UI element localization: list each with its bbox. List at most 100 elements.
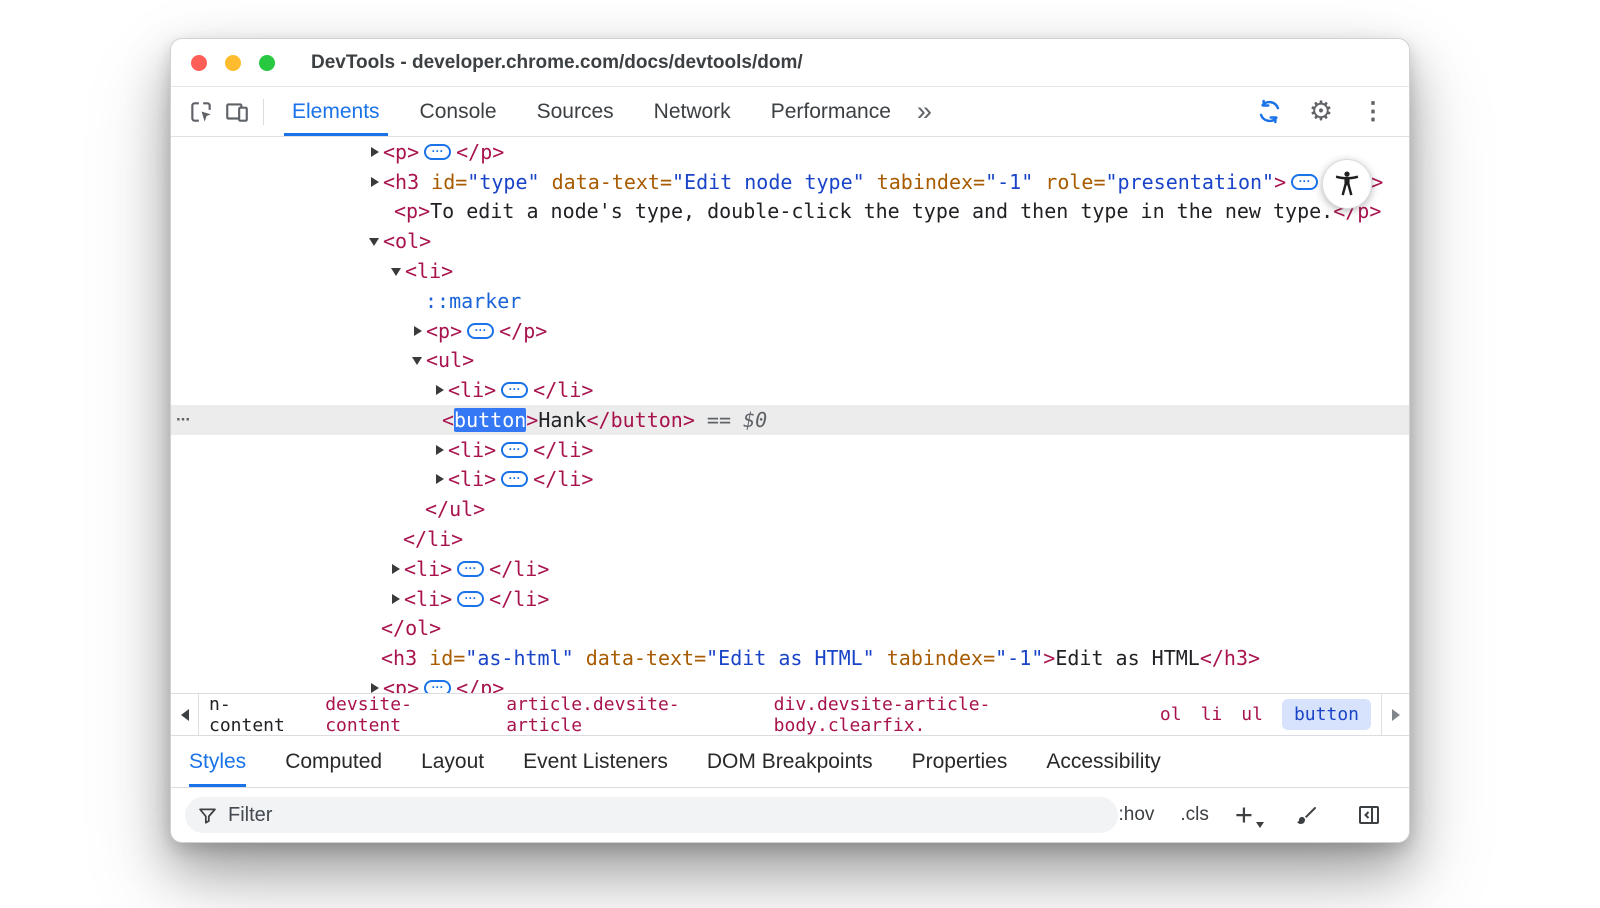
dom-tree-row[interactable]: <p></p> bbox=[171, 316, 1409, 346]
device-toolbar-icon[interactable] bbox=[219, 94, 255, 130]
toolbar-divider bbox=[263, 99, 264, 125]
panel-tabs: Elements Console Sources Network Performance bbox=[272, 87, 911, 136]
tab-console[interactable]: Console bbox=[412, 87, 505, 136]
dom-tree-row[interactable]: <p>To edit a node's type, double-click t… bbox=[171, 197, 1409, 227]
filter-input[interactable] bbox=[228, 804, 1106, 827]
expand-inline-icon[interactable] bbox=[501, 382, 528, 398]
tag-token: </li> bbox=[489, 557, 549, 581]
settings-gear-icon[interactable]: ⚙ bbox=[1303, 94, 1339, 130]
dom-tree-row[interactable]: <li></li> bbox=[171, 375, 1409, 405]
expand-inline-icon[interactable] bbox=[1291, 174, 1318, 190]
tab-layout[interactable]: Layout bbox=[421, 736, 484, 787]
attribute-token: data-text="Edit node type" bbox=[540, 170, 865, 194]
dom-tree-row[interactable]: ::marker bbox=[171, 286, 1409, 316]
dom-tree-row[interactable]: <button>Hank</button> == $0 bbox=[171, 405, 1409, 435]
more-tabs-icon[interactable]: » bbox=[917, 96, 932, 127]
tag-token: </p> bbox=[456, 140, 504, 164]
dom-tree-row[interactable]: <h3 id="as-html" data-text="Edit as HTML… bbox=[171, 643, 1409, 673]
tag-token: <li> bbox=[448, 467, 496, 491]
breadcrumb-item[interactable]: ul bbox=[1241, 704, 1263, 725]
expand-arrow-icon[interactable] bbox=[369, 177, 383, 187]
tag-token: <h3 bbox=[383, 170, 419, 194]
main-toolbar: Elements Console Sources Network Performance… bbox=[171, 87, 1409, 137]
tab-styles[interactable]: Styles bbox=[189, 736, 246, 787]
tab-computed[interactable]: Computed bbox=[285, 736, 382, 787]
expand-arrow-icon[interactable] bbox=[369, 683, 383, 693]
attribute-name: tabindex= bbox=[875, 646, 995, 670]
expand-arrow-icon[interactable] bbox=[434, 445, 448, 455]
dom-tree-row[interactable]: <li></li> bbox=[171, 435, 1409, 465]
filter-field[interactable] bbox=[185, 797, 1118, 833]
accessibility-icon bbox=[1323, 160, 1371, 208]
dom-tree-row[interactable]: <li></li> bbox=[171, 584, 1409, 614]
dom-tree-row[interactable]: <li></li> bbox=[171, 554, 1409, 584]
expand-inline-icon[interactable] bbox=[501, 442, 528, 458]
paint-brush-icon[interactable] bbox=[1289, 797, 1325, 833]
hov-toggle[interactable]: :hov bbox=[1118, 804, 1154, 826]
dom-tree-row[interactable]: <ul> bbox=[171, 345, 1409, 375]
plus-icon: + bbox=[1235, 797, 1253, 832]
expand-arrow-icon[interactable] bbox=[434, 385, 448, 395]
breadcrumb-item[interactable]: article.devsite-article bbox=[506, 694, 754, 735]
expand-inline-icon[interactable] bbox=[457, 561, 484, 577]
expand-inline-icon[interactable] bbox=[467, 323, 494, 339]
attribute-value: "type" bbox=[467, 170, 539, 194]
breadcrumb-scroll-right[interactable] bbox=[1381, 694, 1409, 735]
inspect-icon[interactable] bbox=[183, 94, 219, 130]
attribute-value: "Edit as HTML" bbox=[706, 646, 875, 670]
kebab-menu-icon[interactable]: ⋮ bbox=[1355, 94, 1391, 130]
styles-tabs: Styles Computed Layout Event Listeners DOM B… bbox=[171, 735, 1409, 787]
tab-network[interactable]: Network bbox=[646, 87, 739, 136]
dom-tree-row[interactable]: </ul> bbox=[171, 494, 1409, 524]
tab-performance[interactable]: Performance bbox=[763, 87, 899, 136]
toggle-sidebar-icon[interactable] bbox=[1351, 797, 1387, 833]
dom-tree-row[interactable]: <h3 id="type" data-text="Edit node type"… bbox=[171, 167, 1409, 197]
breadcrumb-item[interactable]: button bbox=[1282, 699, 1371, 730]
expand-arrow-icon[interactable] bbox=[412, 326, 426, 336]
tab-elements[interactable]: Elements bbox=[284, 87, 388, 136]
attribute-value: "as-html" bbox=[465, 646, 573, 670]
expand-inline-icon[interactable] bbox=[424, 144, 451, 160]
dom-tree-row[interactable]: <li> bbox=[171, 256, 1409, 286]
tab-sources[interactable]: Sources bbox=[529, 87, 622, 136]
breadcrumb-item[interactable]: ol bbox=[1160, 704, 1182, 725]
dom-tree-row[interactable]: </li> bbox=[171, 524, 1409, 554]
selected-tag-name: button bbox=[454, 408, 526, 432]
expand-arrow-icon[interactable] bbox=[390, 594, 404, 604]
sync-icon[interactable] bbox=[1251, 94, 1287, 130]
cls-toggle[interactable]: .cls bbox=[1180, 804, 1209, 826]
dom-tree-row[interactable]: <li></li> bbox=[171, 465, 1409, 495]
row-overflow-menu-icon[interactable] bbox=[176, 410, 190, 430]
tab-dom-breakpoints[interactable]: DOM Breakpoints bbox=[707, 736, 873, 787]
new-style-rule-button[interactable]: + bbox=[1235, 803, 1263, 828]
collapse-arrow-icon[interactable] bbox=[369, 236, 383, 246]
expand-inline-icon[interactable] bbox=[424, 680, 451, 693]
attribute-token: id="as-html" bbox=[417, 646, 574, 670]
close-button[interactable] bbox=[191, 55, 207, 71]
dom-tree-row[interactable]: <p></p> bbox=[171, 673, 1409, 693]
breadcrumb-item[interactable]: li bbox=[1201, 704, 1223, 725]
tag-token: </li> bbox=[489, 587, 549, 611]
tab-accessibility[interactable]: Accessibility bbox=[1046, 736, 1160, 787]
breadcrumb-scroll-left[interactable] bbox=[171, 694, 199, 735]
chevron-right-icon bbox=[1392, 709, 1400, 721]
expand-inline-icon[interactable] bbox=[501, 471, 528, 487]
dom-tree-row[interactable]: <ol> bbox=[171, 226, 1409, 256]
expand-inline-icon[interactable] bbox=[457, 591, 484, 607]
expand-arrow-icon[interactable] bbox=[369, 147, 383, 157]
chevron-left-icon bbox=[181, 709, 189, 721]
breadcrumb-item[interactable]: devsite-content bbox=[325, 694, 487, 735]
breadcrumb-item[interactable]: n-content bbox=[209, 694, 306, 735]
tag-token: <li> bbox=[405, 259, 453, 283]
tab-properties[interactable]: Properties bbox=[912, 736, 1008, 787]
collapse-arrow-icon[interactable] bbox=[391, 266, 405, 276]
expand-arrow-icon[interactable] bbox=[390, 564, 404, 574]
maximize-button[interactable] bbox=[259, 55, 275, 71]
breadcrumb-item[interactable]: div.devsite-article-body.clearfix. bbox=[774, 694, 1141, 735]
dom-tree-row[interactable]: <p></p> bbox=[171, 137, 1409, 167]
dom-tree-row[interactable]: </ol> bbox=[171, 614, 1409, 644]
expand-arrow-icon[interactable] bbox=[434, 474, 448, 484]
collapse-arrow-icon[interactable] bbox=[412, 355, 426, 365]
minimize-button[interactable] bbox=[225, 55, 241, 71]
tab-event-listeners[interactable]: Event Listeners bbox=[523, 736, 668, 787]
